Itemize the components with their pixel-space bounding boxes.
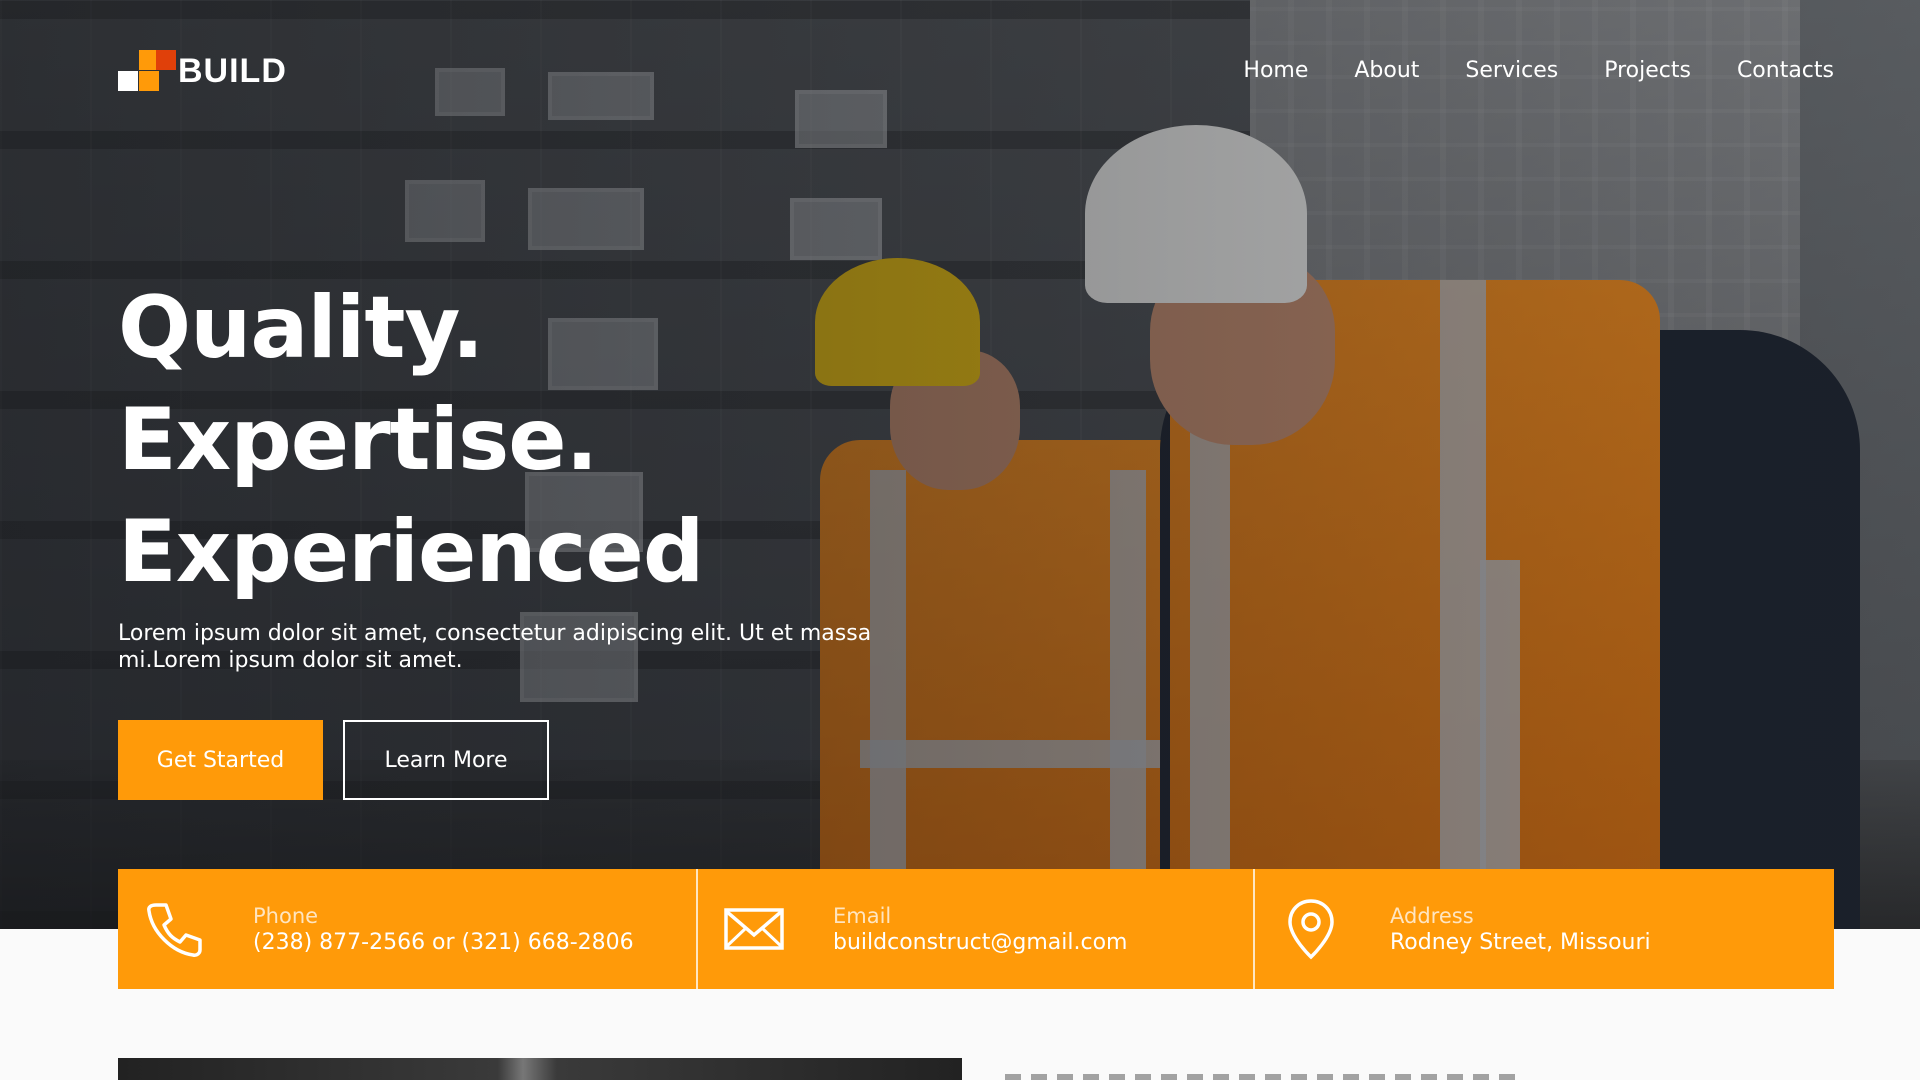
phone-label: Phone [253,904,319,928]
nav-services[interactable]: Services [1465,58,1558,83]
email-label: Email [833,904,892,928]
brand-logo[interactable]: BUILD [118,50,287,92]
address-value: Rodney Street, Missouri [1390,930,1651,955]
contact-phone[interactable]: Phone (238) 877-2566 or (321) 668-2806 [118,869,696,989]
contact-address[interactable]: Address Rodney Street, Missouri [1253,869,1834,989]
phone-icon [147,903,202,957]
nav-home[interactable]: Home [1243,58,1308,83]
map-pin-icon [1288,899,1334,960]
about-section-image [118,1058,962,1080]
about-section-heading-peek [1005,1074,1525,1080]
main-nav: Home About Services Projects Contacts [1197,58,1834,83]
hero-headline: Quality. Expertise. Experienced [118,272,704,608]
learn-more-button[interactable]: Learn More [343,720,549,800]
brand-name: BUILD [178,51,287,90]
nav-about[interactable]: About [1354,58,1419,83]
hero-lead-text: Lorem ipsum dolor sit amet, consectetur … [118,621,872,673]
get-started-button[interactable]: Get Started [118,720,323,800]
envelope-icon [724,908,784,950]
brand-logo-mark [118,50,176,92]
nav-contacts[interactable]: Contacts [1737,58,1834,83]
headline-line-3: Experienced [118,502,704,602]
email-value: buildconstruct@gmail.com [833,930,1128,955]
nav-projects[interactable]: Projects [1604,58,1691,83]
headline-line-2: Expertise. [118,390,598,490]
contact-email[interactable]: Email buildconstruct@gmail.com [696,869,1253,989]
headline-line-1: Quality. [118,278,484,378]
address-label: Address [1390,904,1474,928]
contact-strip: Phone (238) 877-2566 or (321) 668-2806 E… [118,869,1834,989]
phone-value: (238) 877-2566 or (321) 668-2806 [253,930,634,955]
